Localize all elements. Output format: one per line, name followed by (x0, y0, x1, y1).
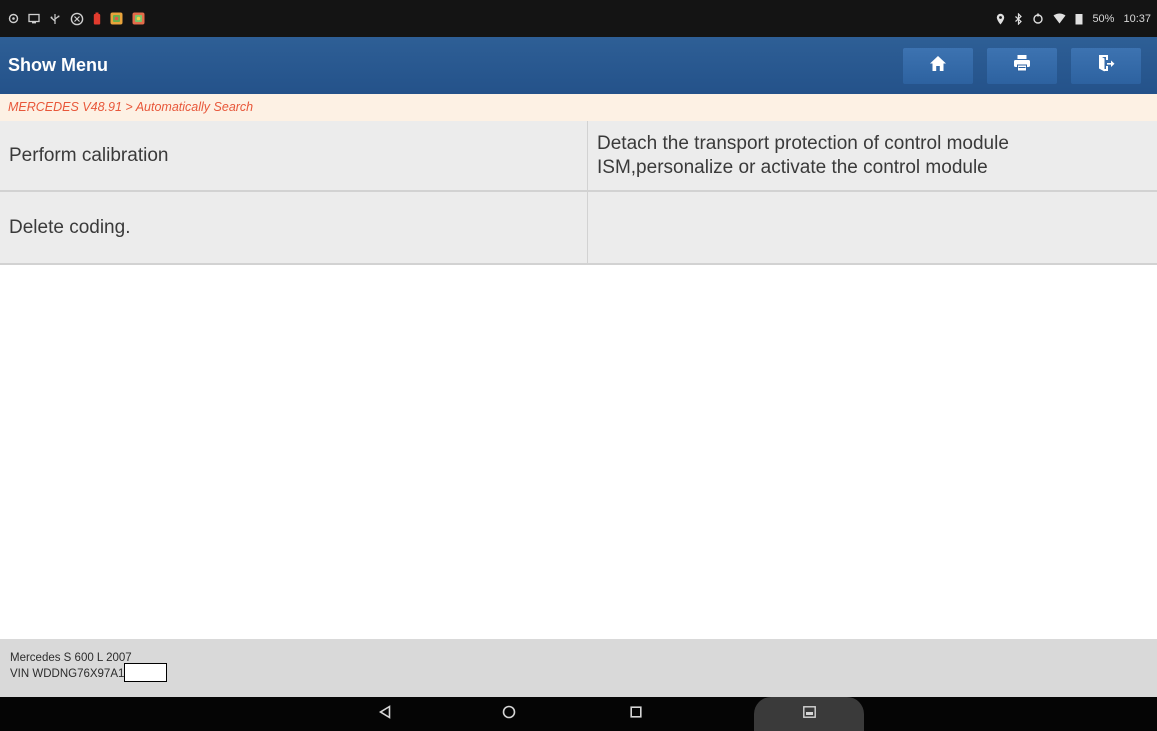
app-icon (110, 12, 123, 25)
app-icon (132, 12, 145, 25)
battery-alert-icon (93, 12, 101, 25)
home-button[interactable] (903, 47, 973, 84)
menu-item-description[interactable] (588, 192, 1157, 263)
exit-icon (1097, 54, 1115, 77)
navigation-bar (0, 697, 1157, 731)
status-bar: 50% 10:37 (0, 0, 1157, 37)
printer-icon (1013, 54, 1031, 77)
function-menu-table: Perform calibration Detach the transport… (0, 121, 1157, 265)
back-button[interactable] (365, 697, 405, 731)
menu-item-description[interactable]: Detach the transport protection of contr… (588, 121, 1157, 190)
vin-line: VIN WDDNG76X97A1 (10, 663, 1157, 684)
exit-button[interactable] (1071, 47, 1141, 84)
menu-item-label[interactable]: Delete coding. (0, 192, 588, 263)
signal-icon (1075, 13, 1083, 25)
breadcrumb: MERCEDES V48.91 > Automatically Search (0, 94, 1157, 121)
home-nav-button[interactable] (489, 697, 529, 731)
page-title: Show Menu (8, 55, 108, 75)
screenshot-button[interactable] (754, 697, 864, 731)
recents-button[interactable] (616, 697, 656, 731)
menu-row-delete-coding[interactable]: Delete coding. (0, 192, 1157, 265)
circle-icon (8, 13, 19, 24)
settings-icon (70, 12, 84, 26)
back-icon (378, 704, 392, 724)
location-icon (996, 13, 1005, 25)
home-circle-icon (502, 705, 516, 724)
screen-icon (28, 13, 40, 24)
bluetooth-icon (1014, 12, 1023, 25)
app-screen: 50% 10:37 Show Menu MERCEDES V48.91 > Au… (0, 0, 1157, 731)
title-bar: Show Menu (0, 37, 1157, 94)
menu-item-label[interactable]: Perform calibration (0, 121, 588, 190)
recents-icon (630, 705, 642, 723)
home-icon (929, 55, 947, 77)
status-left-icons (8, 12, 145, 26)
vehicle-model: Mercedes S 600 L 2007 (10, 652, 132, 664)
vin-number: VIN WDDNG76X97A1 (10, 668, 125, 680)
screenshot-icon (802, 705, 816, 723)
wifi-icon (1053, 13, 1066, 24)
battery-level: 50% (1092, 12, 1115, 25)
status-right-icons: 50% 10:37 (996, 12, 1151, 25)
clock: 10:37 (1123, 12, 1151, 25)
print-button[interactable] (987, 47, 1057, 84)
vin-redaction-box (124, 663, 168, 682)
sync-icon (1032, 13, 1044, 25)
usb-icon (49, 13, 61, 25)
vehicle-info-footer: Mercedes S 600 L 2007 VIN WDDNG76X97A1 (0, 639, 1157, 697)
menu-row-perform-calibration[interactable]: Perform calibration Detach the transport… (0, 121, 1157, 192)
